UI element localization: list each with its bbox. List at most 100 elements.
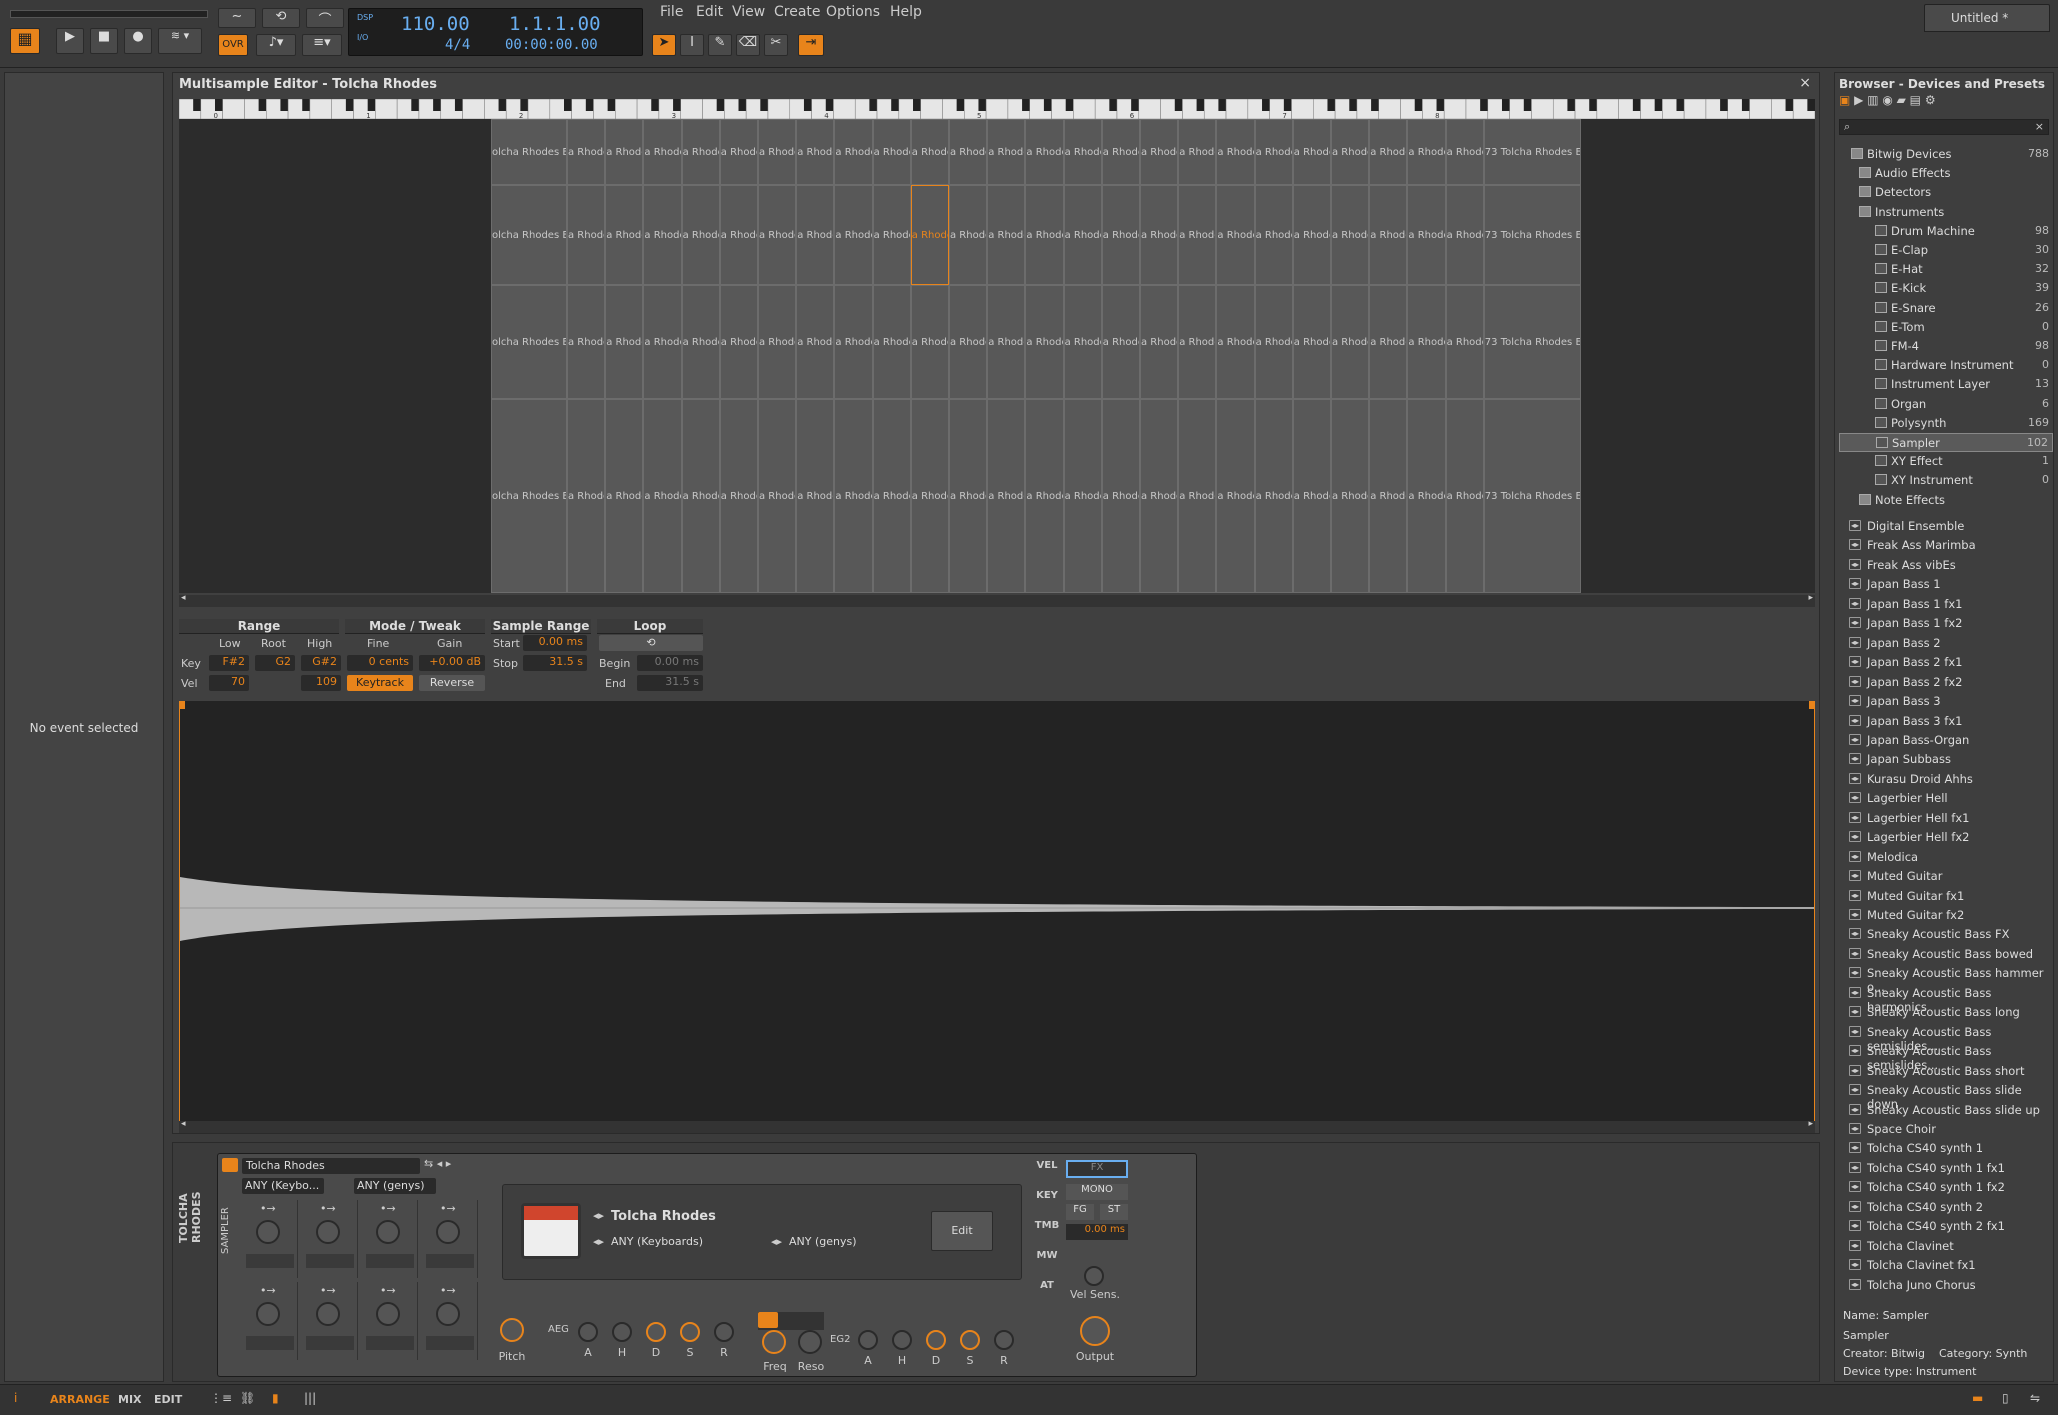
sample-zone[interactable]: a Rhode bbox=[987, 185, 1026, 285]
vel-sens-knob[interactable] bbox=[1084, 1266, 1104, 1286]
reverse-button[interactable]: Reverse bbox=[419, 675, 485, 691]
sample-zone[interactable]: a Rhode bbox=[1025, 119, 1064, 185]
gain-value[interactable]: +0.00 dB bbox=[419, 655, 485, 671]
sample-zone[interactable]: a Rhode bbox=[719, 399, 758, 593]
sample-zone[interactable]: a Rhode bbox=[1140, 399, 1179, 593]
sample-zone[interactable]: a Rhode bbox=[910, 119, 949, 185]
sample-zone[interactable]: a Rhode bbox=[567, 119, 606, 185]
edit-view-button[interactable]: EDIT bbox=[154, 1393, 182, 1406]
tree-item[interactable]: Instrument Layer 13 bbox=[1839, 375, 2053, 394]
modulator-icon[interactable]: •→ bbox=[380, 1202, 396, 1215]
automation-button[interactable]: ≋ ▾ bbox=[158, 28, 202, 54]
sample-zone[interactable]: a Rhode bbox=[1101, 285, 1140, 399]
sample-zone[interactable]: a Rhode bbox=[719, 185, 758, 285]
sample-zone[interactable]: a Rhode bbox=[1254, 185, 1293, 285]
devices-tab-icon[interactable]: ▣ bbox=[1839, 93, 1850, 107]
sample-zone[interactable]: a Rhode bbox=[910, 285, 949, 399]
sample-zone[interactable]: a Rhode bbox=[872, 285, 911, 399]
sample-zone[interactable]: a Rhode bbox=[719, 285, 758, 399]
sample-zone[interactable]: a Rhode bbox=[1178, 399, 1217, 593]
mono-button[interactable]: MONO bbox=[1066, 1184, 1128, 1200]
preset-item[interactable]: ◂▸ Freak Ass vibEs bbox=[1845, 556, 2045, 575]
sample-zone[interactable]: a Rhode bbox=[1292, 399, 1331, 593]
sample-zone[interactable]: a Rhode bbox=[1254, 399, 1293, 593]
black-key[interactable] bbox=[1807, 99, 1823, 111]
tree-item[interactable]: E-Snare 26 bbox=[1839, 299, 2053, 318]
envelope-knob[interactable] bbox=[714, 1322, 734, 1342]
sample-zone[interactable]: a Rhode bbox=[681, 185, 720, 285]
sample-zone[interactable]: a Rhode bbox=[643, 285, 682, 399]
envelope-knob[interactable] bbox=[858, 1330, 878, 1350]
preset-item[interactable]: ◂▸ Tolcha Juno Chorus bbox=[1845, 1276, 2045, 1295]
preset-item[interactable]: ◂▸ Japan Subbass bbox=[1845, 750, 2045, 769]
modulation-source[interactable]: MW bbox=[1032, 1250, 1062, 1261]
sample-zone[interactable]: a Rhode bbox=[1140, 119, 1179, 185]
sample-zone[interactable]: a Rhode bbox=[1101, 119, 1140, 185]
sample-zone[interactable]: a Rhode bbox=[758, 285, 797, 399]
preset-item[interactable]: ◂▸ Tolcha CS40 synth 1 bbox=[1845, 1139, 2045, 1158]
sample-zone[interactable]: a Rhode bbox=[1369, 185, 1408, 285]
sample-zone[interactable]: a Rhode bbox=[1331, 119, 1370, 185]
st-button[interactable]: ST bbox=[1100, 1204, 1128, 1220]
preset-item[interactable]: ◂▸ Freak Ass Marimba bbox=[1845, 536, 2045, 555]
sample-zone[interactable]: 73 Tolcha Rhodes E6 02 bbox=[1483, 285, 1581, 399]
waveform-scrollbar[interactable]: ◂ ▸ bbox=[179, 1119, 1815, 1133]
sample-zone[interactable]: a Rhode bbox=[643, 119, 682, 185]
tree-item[interactable]: E-Tom 0 bbox=[1839, 318, 2053, 337]
tree-item[interactable]: Sampler 102 bbox=[1839, 433, 2053, 452]
tree-item[interactable]: Instruments bbox=[1839, 203, 2053, 222]
folder-icon[interactable]: ▬ bbox=[1972, 1391, 1983, 1405]
output-knob[interactable] bbox=[1080, 1316, 1110, 1346]
sample-zone[interactable]: a Rhode bbox=[834, 185, 873, 285]
info-icon[interactable]: i bbox=[14, 1391, 17, 1405]
macro-knob[interactable] bbox=[256, 1302, 280, 1326]
browser-search-input[interactable]: ⌕ × bbox=[1839, 119, 2049, 135]
preset-item[interactable]: ◂▸ Japan Bass 3 fx1 bbox=[1845, 712, 2045, 731]
record-button[interactable]: ● bbox=[124, 28, 152, 54]
sample-zone[interactable]: a Rhode bbox=[1292, 119, 1331, 185]
sample-zone[interactable]: a Rhode bbox=[834, 119, 873, 185]
tree-item[interactable]: E-Clap 30 bbox=[1839, 241, 2053, 260]
sample-zone[interactable]: a Rhode bbox=[567, 185, 606, 285]
envelope-knob[interactable] bbox=[926, 1330, 946, 1350]
white-key[interactable] bbox=[309, 98, 332, 120]
panel-icon[interactable]: ▮ bbox=[272, 1391, 279, 1405]
sample-zone[interactable]: a Rhode bbox=[1292, 185, 1331, 285]
sample-zone[interactable]: a Rhode bbox=[1178, 119, 1217, 185]
preset-item[interactable]: ◂▸ Japan Bass 1 fx1 bbox=[1845, 595, 2045, 614]
fg-button[interactable]: FG bbox=[1066, 1204, 1094, 1220]
menu-options[interactable]: Options bbox=[826, 4, 880, 20]
preset-item[interactable]: ◂▸ Kurasu Droid Ahhs bbox=[1845, 770, 2045, 789]
title-nav-icon[interactable]: ◂▸ bbox=[593, 1209, 604, 1222]
sample-zone[interactable]: a Rhode bbox=[1216, 185, 1255, 285]
sample-zone[interactable]: a Rhode bbox=[1369, 399, 1408, 593]
play-button[interactable]: ▶ bbox=[56, 28, 84, 54]
sample-zone[interactable]: olcha Rhodes E bbox=[491, 119, 567, 185]
sample-zone[interactable]: a Rhode bbox=[834, 399, 873, 593]
white-key[interactable] bbox=[1531, 98, 1554, 120]
modulator-icon[interactable]: •→ bbox=[440, 1202, 456, 1215]
sample-zone[interactable]: a Rhode bbox=[1025, 399, 1064, 593]
link-icon[interactable]: ⛓ bbox=[240, 1391, 255, 1405]
tree-item[interactable]: Hardware Instrument 0 bbox=[1839, 356, 2053, 375]
filter-mode-buttons[interactable] bbox=[758, 1312, 824, 1330]
key-root-value[interactable]: G2 bbox=[255, 655, 295, 671]
stop-value[interactable]: 31.5 s bbox=[523, 655, 587, 671]
scroll-left-icon[interactable]: ◂ bbox=[181, 593, 186, 603]
white-key[interactable] bbox=[615, 98, 638, 120]
tree-item[interactable]: E-Kick 39 bbox=[1839, 279, 2053, 298]
preset-item[interactable]: ◂▸ Melodica bbox=[1845, 848, 2045, 867]
envelope-knob[interactable] bbox=[960, 1330, 980, 1350]
preset-item[interactable]: ◂▸ Sneaky Acoustic Bass semislides... bbox=[1845, 1042, 2045, 1072]
sample-zone[interactable]: a Rhode bbox=[758, 119, 797, 185]
sample-zone[interactable]: a Rhode bbox=[1292, 285, 1331, 399]
macro-knob[interactable] bbox=[256, 1220, 280, 1244]
preset-item[interactable]: ◂▸ Tolcha Clavinet bbox=[1845, 1237, 2045, 1256]
white-key[interactable] bbox=[1683, 98, 1707, 120]
sample-zone[interactable]: a Rhode bbox=[910, 185, 949, 285]
freq-knob[interactable] bbox=[762, 1330, 786, 1354]
loop-toggle-icon[interactable]: ⟲ bbox=[599, 635, 703, 651]
groove-button[interactable]: ≡▾ bbox=[302, 34, 342, 56]
menu-edit[interactable]: Edit bbox=[696, 4, 723, 20]
white-key[interactable] bbox=[1138, 98, 1161, 120]
